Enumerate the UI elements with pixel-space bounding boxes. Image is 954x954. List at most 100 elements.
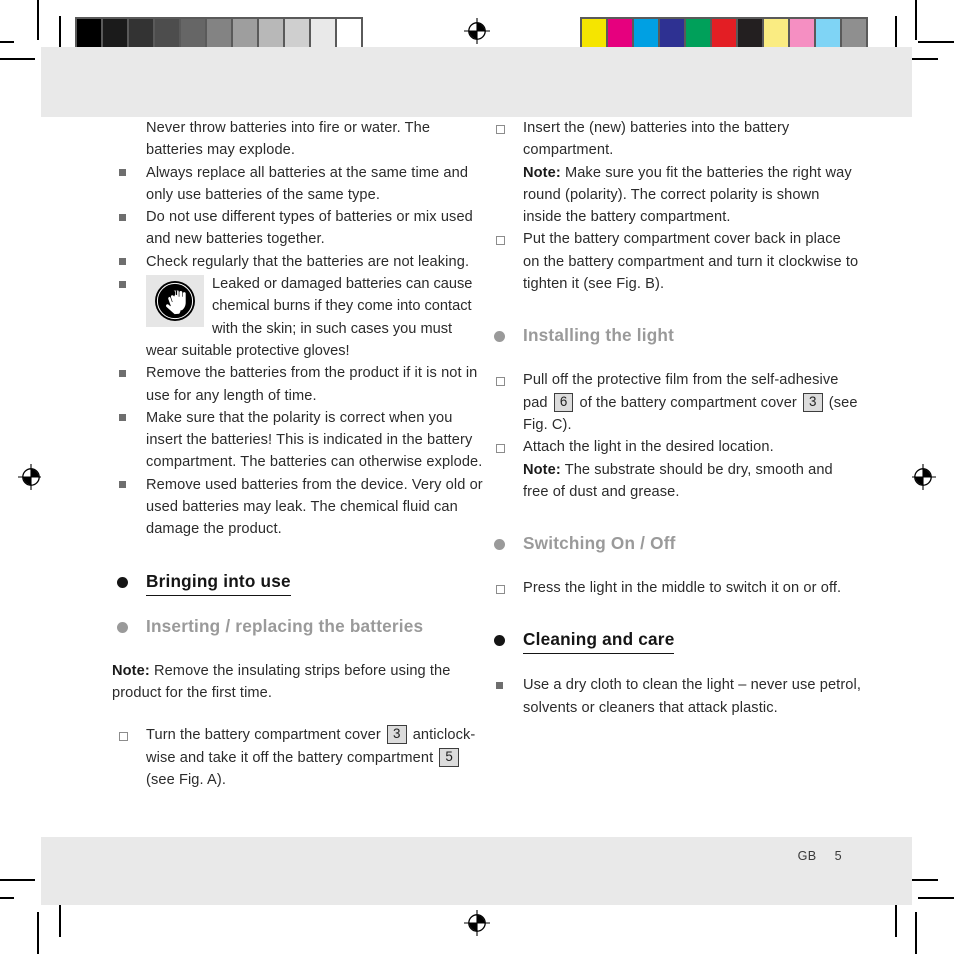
crop-mark-right-top-horizontal-inner [908,58,938,60]
list-item: Use a dry cloth to clean the light – nev… [489,674,861,719]
calibration-swatch [285,19,309,47]
page-content: Never throw batteries into fire or water… [41,117,912,837]
calibration-swatch [337,19,361,47]
hollow-square-bullet-icon [496,235,505,245]
list-item: Remove used batteries from the device. V… [112,474,484,541]
note-label: Note: [112,662,150,679]
crop-mark-bottom-right-vertical-inner [895,905,897,937]
calibration-swatch [686,19,710,47]
warning-text: Do not use different types of batteries … [146,209,473,248]
note-insulating-strips: Note: Remove the insulating strips befor… [112,660,484,705]
calibration-swatch [207,19,231,47]
list-item: Turn the battery compartment cover 3 ant… [112,724,484,791]
page-footer-band [41,837,912,905]
list-item: Never throw batteries into fire or water… [112,117,484,162]
list-item: Check regularly that the batteries are n… [112,251,484,273]
square-bullet-icon [119,481,126,489]
crop-mark-left-top-horizontal-inner [0,58,35,60]
hollow-square-bullet-icon [496,443,505,453]
calibration-swatch [103,19,127,47]
reference-number-box: 6 [553,392,574,412]
registration-mark-right [910,464,936,490]
step-text-part1: Turn the battery compartment cover [146,727,385,744]
hollow-square-bullet-icon [496,376,505,386]
warning-text: Always replace all batteries at the same… [146,164,469,203]
square-bullet-icon [496,681,503,689]
right-column: Insert the (new) batteries into the batt… [489,117,861,719]
filled-circle-bullet-icon [494,331,505,343]
switching-steps: Press the light in the middle to switch … [489,577,861,599]
cleaning-steps: Use a dry cloth to clean the light – nev… [489,674,861,719]
crop-mark-left-top-horizontal [0,41,14,43]
crop-mark-bottom-right-vertical [915,912,917,954]
reference-number-box: 3 [387,725,407,745]
calibration-swatch [842,19,866,47]
list-item: Always replace all batteries at the same… [112,162,484,207]
page-footer: GB 5 [798,849,842,863]
step-text: Use a dry cloth to clean the light – nev… [523,677,861,716]
calibration-swatch [77,19,101,47]
calibration-swatch [181,19,205,47]
list-item: Attach the light in the desired location… [489,436,861,503]
note-text: Remove the insulating strips before usin… [112,662,451,701]
calibration-swatch [712,19,736,47]
crop-mark-top-right-vertical [915,0,917,40]
glove-warning-item: Leaked or damaged batteries can cause ch… [112,273,484,362]
calibration-swatch [738,19,762,47]
color-calibration-strip [580,17,868,49]
left-column: Never throw batteries into fire or water… [112,117,484,791]
battery-warnings-list-continued: Remove the batteries from the product if… [112,362,484,540]
page-header-band [41,47,912,117]
warning-text: Never throw batteries into fire or water… [146,120,431,159]
heading-inserting-replacing-batteries: Inserting / replacing the batteries [112,616,484,640]
footer-page-number: 5 [834,849,842,863]
calibration-swatch [582,19,606,47]
calibration-swatch [311,19,335,47]
step-text: Put the battery compartment cover back i… [523,231,859,293]
square-bullet-icon [119,213,126,221]
list-item: Make sure that the polarity is correct w… [112,407,484,474]
step-text: Press the light in the middle to switch … [523,580,842,597]
heading-text: Inserting / replacing the batteries [146,615,424,636]
heading-text: Cleaning and care [523,629,675,655]
crop-mark-bottom-left-vertical [37,912,39,954]
warning-text: Check regularly that the batteries are n… [146,253,470,270]
note-label: Note: [523,164,561,181]
battery-insertion-steps: Insert the (new) batteries into the batt… [489,117,861,295]
list-item: Insert the (new) batteries into the batt… [489,117,861,228]
heading-installing-the-light: Installing the light [489,325,861,349]
heading-bringing-into-use: Bringing into use [112,571,484,596]
step-main-text: Attach the light in the desired location… [523,439,774,456]
battery-warnings-list: Never throw batteries into fire or water… [112,117,484,273]
protective-gloves-icon [146,275,204,328]
crop-mark-right-top-horizontal [918,41,954,43]
list-item: Put the battery compartment cover back i… [489,228,861,295]
square-bullet-icon [119,369,126,377]
square-bullet-icon [119,169,126,177]
note-text: The substrate should be dry, smooth and … [523,461,833,500]
warning-text: Remove used batteries from the device. V… [146,476,483,538]
hollow-square-bullet-icon [496,124,505,134]
filled-circle-bullet-icon [117,576,128,588]
filled-circle-bullet-icon [117,621,128,633]
crop-mark-right-bottom-horizontal-inner [908,879,938,881]
reference-number-box: 5 [439,747,459,767]
step-text: Pull off the protective film from the se… [523,372,858,433]
heading-text: Installing the light [523,325,675,346]
step-main-text: Insert the (new) batteries into the batt… [523,120,790,159]
list-item: Press the light in the middle to switch … [489,577,861,599]
heading-switching-on-off: Switching On / Off [489,533,861,557]
step-text-part2: of the battery compartment cover [575,394,802,411]
calibration-swatch [129,19,153,47]
inserting-batteries-steps: Turn the battery compartment cover 3 ant… [112,724,484,791]
hollow-square-bullet-icon [496,584,505,594]
square-bullet-icon [119,280,126,288]
calibration-swatch [155,19,179,47]
step-text: Insert the (new) batteries into the batt… [523,120,852,225]
warning-text: Make sure that the polarity is correct w… [146,409,483,471]
calibration-swatch [764,19,788,47]
calibration-swatch [608,19,632,47]
crop-mark-top-left-vertical-inner [59,16,61,48]
crop-mark-left-bottom-horizontal-inner [0,879,35,881]
list-item: Pull off the protective film from the se… [489,369,861,436]
